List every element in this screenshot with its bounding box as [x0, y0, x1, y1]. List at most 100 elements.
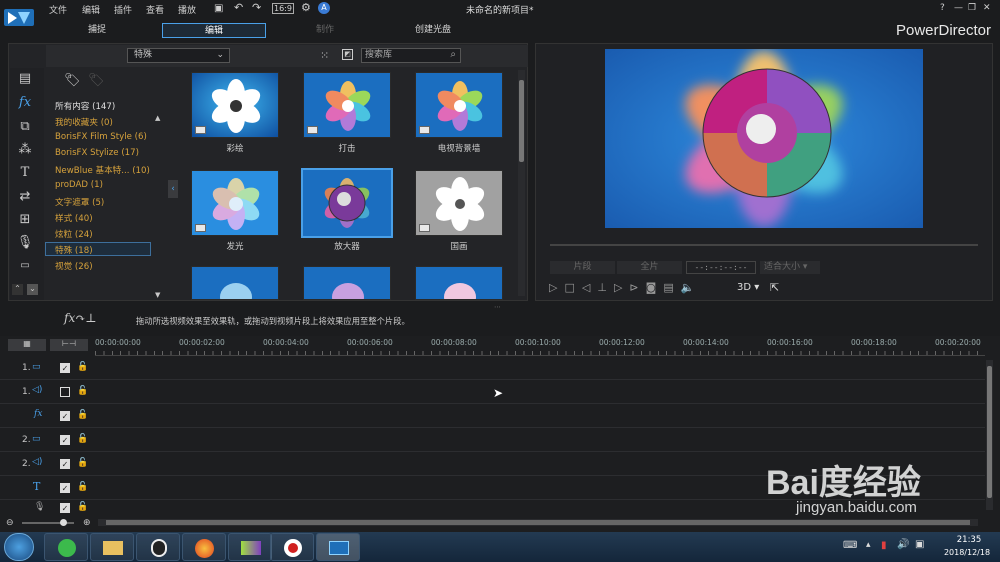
- track-video-2[interactable]: 2. ▭ ✓ 🔓: [0, 429, 985, 452]
- audio-mix-room-icon[interactable]: ⊞: [16, 211, 34, 229]
- timeline-hscroll[interactable]: [98, 519, 978, 526]
- collapse-panel-icon[interactable]: ‹: [168, 180, 178, 198]
- clock-date[interactable]: 2018/12/18: [937, 548, 997, 557]
- lock-icon[interactable]: 🔓: [77, 434, 88, 444]
- zoom-slider[interactable]: [22, 519, 74, 526]
- track-enable-checkbox[interactable]: ✓: [60, 411, 70, 421]
- lock-icon[interactable]: 🔓: [77, 482, 88, 492]
- taskbar-360-icon[interactable]: [44, 533, 88, 561]
- category-all[interactable]: 所有内容 (147): [55, 100, 115, 112]
- category-favorites[interactable]: 我的收藏夹 (0): [55, 116, 113, 128]
- library-scrollbar[interactable]: [518, 70, 525, 296]
- track-enable-checkbox[interactable]: ✓: [60, 435, 70, 445]
- category-newblue[interactable]: NewBlue 基本特... (10): [55, 164, 150, 176]
- effect-thumb-partial[interactable]: [191, 266, 279, 300]
- snapshot-icon[interactable]: ◙: [646, 281, 664, 294]
- save-icon[interactable]: ▣: [214, 3, 223, 14]
- zoom-out-icon[interactable]: ⊖: [6, 518, 14, 528]
- search-icon[interactable]: ⌕: [450, 48, 456, 61]
- taskbar-firefox-icon[interactable]: [182, 533, 226, 561]
- category-borisfx-film[interactable]: BorisFX Film Style (6): [55, 132, 147, 142]
- stop-icon[interactable]: □: [564, 281, 581, 294]
- clip-mode-button[interactable]: 片段: [550, 261, 615, 274]
- start-button[interactable]: [4, 533, 34, 561]
- tab-create-disc[interactable]: 创建光盘: [398, 23, 468, 38]
- network-tray-icon[interactable]: ▣: [915, 539, 924, 550]
- effect-thumb-chinese-painting[interactable]: [415, 170, 503, 236]
- timeline-vscroll[interactable]: [986, 360, 993, 510]
- search-input[interactable]: 搜索库 ⌕: [361, 48, 461, 63]
- track-effect[interactable]: fx ✓ 🔓: [0, 405, 985, 428]
- undock-icon[interactable]: ⇱: [770, 281, 779, 294]
- menu-view[interactable]: 查看: [146, 3, 164, 16]
- pip-room-icon[interactable]: ⧉: [16, 118, 34, 136]
- media-room-icon[interactable]: ▤: [16, 70, 34, 88]
- volume-icon[interactable]: 🔈: [681, 281, 702, 294]
- effect-thumb-glow[interactable]: [191, 170, 279, 236]
- category-style[interactable]: 样式 (40): [55, 212, 93, 224]
- 3d-mode-button[interactable]: 3D ▾: [737, 282, 759, 293]
- tab-edit[interactable]: 编辑: [162, 23, 266, 38]
- voice-over-icon[interactable]: 🎙: [16, 234, 34, 252]
- fx-room-icon[interactable]: fx: [16, 94, 34, 112]
- taskbar-explorer-icon[interactable]: [90, 533, 134, 561]
- add-tag-icon[interactable]: 🏷: [64, 73, 81, 88]
- prev-frame-icon[interactable]: ◁: [582, 281, 597, 294]
- track-enable-checkbox[interactable]: ✓: [60, 483, 70, 493]
- category-dropdown[interactable]: 特殊 ⌄: [127, 48, 230, 63]
- category-visual[interactable]: 视觉 (26): [55, 260, 93, 272]
- movie-mode-button[interactable]: 全片: [617, 261, 682, 274]
- category-scroll-up-icon[interactable]: ▲: [155, 114, 160, 122]
- track-enable-checkbox[interactable]: ✓: [60, 459, 70, 469]
- taskbar-powerdirector-icon[interactable]: [316, 533, 360, 561]
- category-borisfx-stylize[interactable]: BorisFX Stylize (17): [55, 148, 139, 158]
- tray-expand-icon[interactable]: ▴: [866, 540, 871, 550]
- track-video-1[interactable]: 1. ▭ ✓ 🔓: [0, 357, 985, 380]
- scroll-down-icon[interactable]: ⌄: [27, 284, 38, 295]
- track-enable-checkbox[interactable]: ✓: [60, 363, 70, 373]
- preview-scrubber[interactable]: [550, 244, 978, 246]
- lock-icon[interactable]: 🔓: [77, 386, 88, 396]
- account-icon[interactable]: A: [318, 2, 330, 14]
- grid-view-icon[interactable]: ⁙: [320, 49, 329, 62]
- splitter-handle[interactable]: ⋯: [494, 303, 501, 311]
- category-scroll-down-icon[interactable]: ▼: [155, 291, 160, 299]
- track-manager-icon[interactable]: ▦: [8, 339, 46, 351]
- remove-tag-icon[interactable]: 🏷: [88, 73, 105, 88]
- lock-icon[interactable]: 🔓: [77, 502, 88, 512]
- category-prodad[interactable]: proDAD (1): [55, 180, 103, 190]
- timecode-display[interactable]: --:--:--:--: [686, 261, 756, 274]
- next-frame-icon[interactable]: ▷: [614, 281, 629, 294]
- effect-thumb-magnifier-selected[interactable]: [301, 168, 393, 238]
- category-particle[interactable]: 炫粒 (24): [55, 228, 93, 240]
- effect-thumb-tv-wall[interactable]: [415, 72, 503, 138]
- zoom-in-icon[interactable]: ⊕: [83, 518, 91, 528]
- play-icon[interactable]: ▷: [549, 281, 564, 294]
- step-icon[interactable]: ⊥: [597, 281, 614, 294]
- aspect-ratio-icon[interactable]: 16:9: [272, 3, 294, 14]
- menu-edit[interactable]: 编辑: [82, 3, 100, 16]
- minimize-icon[interactable]: —: [954, 3, 963, 13]
- lock-icon[interactable]: 🔓: [77, 362, 88, 372]
- taskbar-qq-icon[interactable]: [136, 533, 180, 561]
- tray-app-icon[interactable]: ▮: [881, 540, 887, 551]
- timeline-hscroll-thumb[interactable]: [106, 520, 970, 525]
- subtitle-icon[interactable]: ▤: [663, 281, 680, 294]
- library-scrollbar-thumb[interactable]: [519, 80, 524, 162]
- fast-forward-icon[interactable]: ⊳: [629, 281, 645, 294]
- timeline-vscroll-thumb[interactable]: [987, 366, 992, 498]
- effect-thumb-partial[interactable]: [415, 266, 503, 300]
- tab-produce[interactable]: 制作: [290, 23, 360, 38]
- transition-room-icon[interactable]: ⇄: [16, 188, 34, 206]
- scroll-up-icon[interactable]: ⌃: [12, 284, 23, 295]
- category-text-mask[interactable]: 文字遮罩 (5): [55, 196, 104, 208]
- close-icon[interactable]: ✕: [983, 3, 991, 13]
- lock-icon[interactable]: 🔓: [77, 410, 88, 420]
- keyboard-tray-icon[interactable]: ⌨: [843, 540, 857, 551]
- tab-capture[interactable]: 捕捉: [60, 23, 134, 38]
- redo-icon[interactable]: ↷: [252, 1, 261, 14]
- volume-tray-icon[interactable]: 🔊: [897, 539, 909, 550]
- menu-plugins[interactable]: 插件: [114, 3, 132, 16]
- zoom-slider-handle[interactable]: [60, 519, 67, 526]
- fit-timeline-icon[interactable]: ⊢⊣: [50, 339, 88, 351]
